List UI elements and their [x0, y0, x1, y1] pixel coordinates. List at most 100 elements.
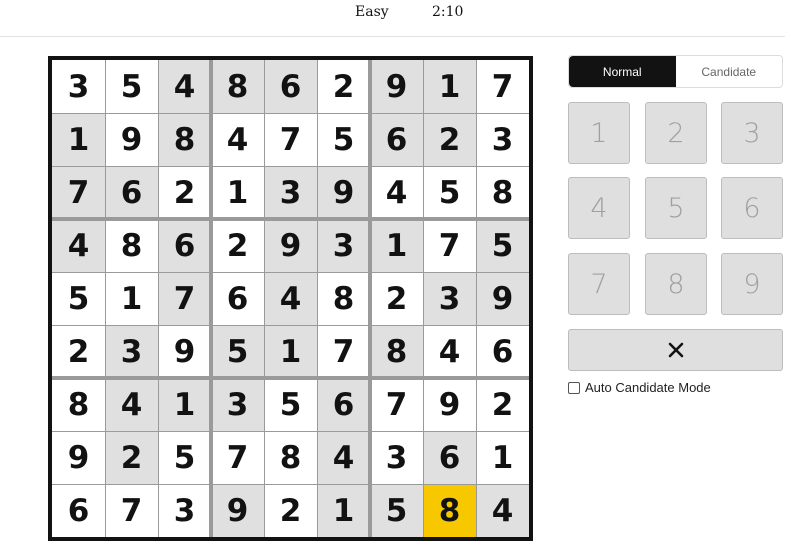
- cell-r2-c9[interactable]: 3: [476, 113, 529, 166]
- cell-r3-c5[interactable]: 3: [264, 166, 317, 219]
- cell-r9-c1[interactable]: 6: [52, 484, 105, 537]
- cell-r8-c6[interactable]: 4: [317, 431, 370, 484]
- cell-r9-c8[interactable]: 8: [423, 484, 476, 537]
- cell-r6-c6[interactable]: 7: [317, 325, 370, 378]
- cell-r6-c2[interactable]: 3: [105, 325, 158, 378]
- cell-r1-c3[interactable]: 4: [158, 60, 211, 113]
- cell-r7-c2[interactable]: 4: [105, 378, 158, 431]
- cell-r4-c1[interactable]: 4: [52, 219, 105, 272]
- cell-r9-c2[interactable]: 7: [105, 484, 158, 537]
- cell-r5-c1[interactable]: 5: [52, 272, 105, 325]
- cell-r4-c2[interactable]: 8: [105, 219, 158, 272]
- cell-r5-c6[interactable]: 8: [317, 272, 370, 325]
- cell-r8-c3[interactable]: 5: [158, 431, 211, 484]
- cell-r2-c5[interactable]: 7: [264, 113, 317, 166]
- cell-r1-c4[interactable]: 8: [211, 60, 264, 113]
- cell-divider-horizontal: [52, 430, 529, 432]
- keypad-key-3[interactable]: 3: [721, 102, 783, 164]
- auto-candidate-mode: Auto Candidate Mode: [568, 380, 711, 395]
- cell-r1-c7[interactable]: 9: [370, 60, 423, 113]
- cell-r7-c9[interactable]: 2: [476, 378, 529, 431]
- cell-r3-c8[interactable]: 5: [423, 166, 476, 219]
- cell-r8-c5[interactable]: 8: [264, 431, 317, 484]
- cell-r5-c4[interactable]: 6: [211, 272, 264, 325]
- cell-r1-c8[interactable]: 1: [423, 60, 476, 113]
- cell-r3-c2[interactable]: 6: [105, 166, 158, 219]
- cell-r6-c7[interactable]: 8: [370, 325, 423, 378]
- cell-r4-c9[interactable]: 5: [476, 219, 529, 272]
- cell-r5-c7[interactable]: 2: [370, 272, 423, 325]
- keypad-key-6[interactable]: 6: [721, 177, 783, 239]
- cell-r1-c5[interactable]: 6: [264, 60, 317, 113]
- cell-r5-c3[interactable]: 7: [158, 272, 211, 325]
- keypad-key-4[interactable]: 4: [568, 177, 630, 239]
- cell-r7-c8[interactable]: 9: [423, 378, 476, 431]
- cell-r4-c3[interactable]: 6: [158, 219, 211, 272]
- cell-r2-c4[interactable]: 4: [211, 113, 264, 166]
- cell-r2-c6[interactable]: 5: [317, 113, 370, 166]
- normal-mode-button[interactable]: Normal: [569, 56, 676, 87]
- cell-r2-c1[interactable]: 1: [52, 113, 105, 166]
- keypad-key-1[interactable]: 1: [568, 102, 630, 164]
- cell-r9-c3[interactable]: 3: [158, 484, 211, 537]
- cell-r8-c7[interactable]: 3: [370, 431, 423, 484]
- cell-r6-c9[interactable]: 6: [476, 325, 529, 378]
- cell-r9-c6[interactable]: 1: [317, 484, 370, 537]
- cell-r1-c2[interactable]: 5: [105, 60, 158, 113]
- cell-r4-c6[interactable]: 3: [317, 219, 370, 272]
- cell-r5-c5[interactable]: 4: [264, 272, 317, 325]
- difficulty-label: Easy: [355, 4, 389, 20]
- erase-button[interactable]: [568, 329, 783, 371]
- cell-r4-c7[interactable]: 1: [370, 219, 423, 272]
- keypad-key-9[interactable]: 9: [721, 253, 783, 315]
- cell-r7-c4[interactable]: 3: [211, 378, 264, 431]
- keypad-key-2[interactable]: 2: [645, 102, 707, 164]
- cell-r6-c1[interactable]: 2: [52, 325, 105, 378]
- cell-r9-c5[interactable]: 2: [264, 484, 317, 537]
- cell-r4-c5[interactable]: 9: [264, 219, 317, 272]
- cell-r1-c6[interactable]: 2: [317, 60, 370, 113]
- cell-r5-c8[interactable]: 3: [423, 272, 476, 325]
- cell-r3-c6[interactable]: 9: [317, 166, 370, 219]
- cell-r9-c7[interactable]: 5: [370, 484, 423, 537]
- cell-r2-c2[interactable]: 9: [105, 113, 158, 166]
- keypad-key-7[interactable]: 7: [568, 253, 630, 315]
- cell-r3-c4[interactable]: 1: [211, 166, 264, 219]
- cell-r6-c8[interactable]: 4: [423, 325, 476, 378]
- auto-candidate-label[interactable]: Auto Candidate Mode: [585, 380, 711, 395]
- auto-candidate-checkbox[interactable]: [568, 381, 580, 394]
- keypad-key-8[interactable]: 8: [645, 253, 707, 315]
- cell-r1-c9[interactable]: 7: [476, 60, 529, 113]
- cell-r5-c2[interactable]: 1: [105, 272, 158, 325]
- cell-r8-c1[interactable]: 9: [52, 431, 105, 484]
- cell-r8-c9[interactable]: 1: [476, 431, 529, 484]
- cell-r7-c7[interactable]: 7: [370, 378, 423, 431]
- keypad-key-5[interactable]: 5: [645, 177, 707, 239]
- cell-r6-c4[interactable]: 5: [211, 325, 264, 378]
- cell-r7-c1[interactable]: 8: [52, 378, 105, 431]
- cell-r4-c8[interactable]: 7: [423, 219, 476, 272]
- cell-r8-c8[interactable]: 6: [423, 431, 476, 484]
- cell-divider-horizontal: [52, 483, 529, 485]
- cell-r3-c7[interactable]: 4: [370, 166, 423, 219]
- cell-r2-c8[interactable]: 2: [423, 113, 476, 166]
- cell-r7-c5[interactable]: 5: [264, 378, 317, 431]
- cell-r3-c9[interactable]: 8: [476, 166, 529, 219]
- cell-r2-c3[interactable]: 8: [158, 113, 211, 166]
- cell-r9-c9[interactable]: 4: [476, 484, 529, 537]
- cell-r7-c6[interactable]: 6: [317, 378, 370, 431]
- cell-r4-c4[interactable]: 2: [211, 219, 264, 272]
- cell-r1-c1[interactable]: 3: [52, 60, 105, 113]
- cell-r9-c4[interactable]: 9: [211, 484, 264, 537]
- cell-r3-c1[interactable]: 7: [52, 166, 105, 219]
- candidate-mode-button[interactable]: Candidate: [675, 56, 782, 87]
- cell-r2-c7[interactable]: 6: [370, 113, 423, 166]
- cell-r8-c2[interactable]: 2: [105, 431, 158, 484]
- cell-r6-c5[interactable]: 1: [264, 325, 317, 378]
- cell-r3-c3[interactable]: 2: [158, 166, 211, 219]
- cell-r5-c9[interactable]: 9: [476, 272, 529, 325]
- cell-r8-c4[interactable]: 7: [211, 431, 264, 484]
- top-bar: Easy 2:10: [0, 0, 785, 37]
- cell-r6-c3[interactable]: 9: [158, 325, 211, 378]
- cell-r7-c3[interactable]: 1: [158, 378, 211, 431]
